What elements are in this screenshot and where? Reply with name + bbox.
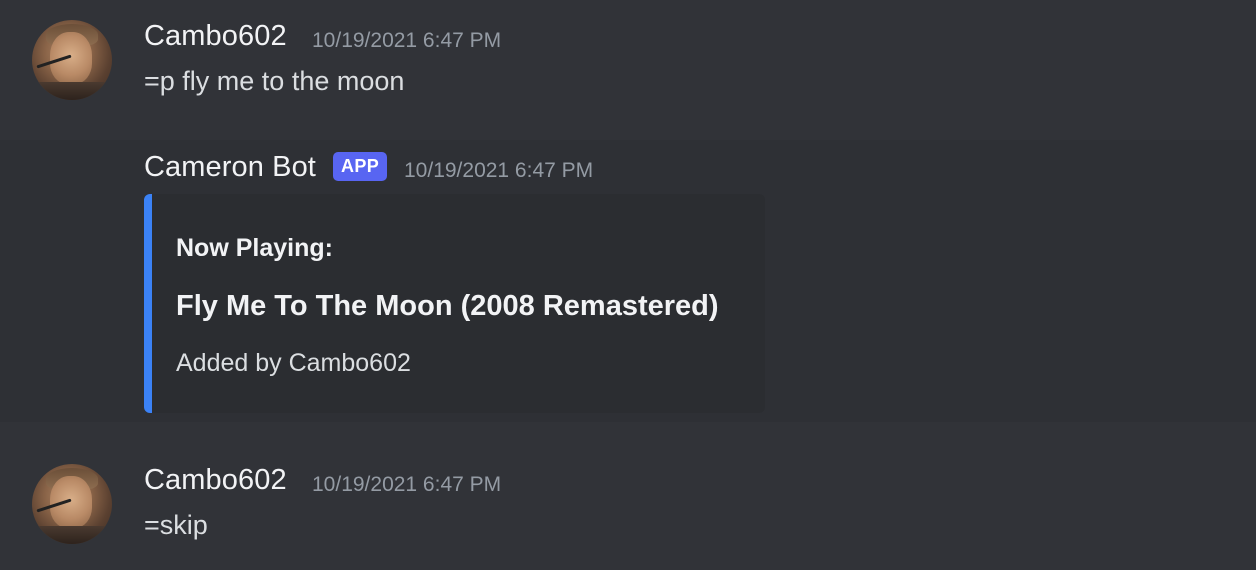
app-badge: APP xyxy=(333,152,388,181)
message-author[interactable]: Cambo602 xyxy=(144,20,287,53)
avatar[interactable] xyxy=(32,20,112,100)
message-author[interactable]: Cambo602 xyxy=(144,464,287,497)
avatar-collar xyxy=(32,82,112,100)
message-content: =p fly me to the moon xyxy=(144,66,405,96)
embed-title: Fly Me To The Moon (2008 Remastered) xyxy=(176,290,719,322)
now-playing-embed: Now Playing: Fly Me To The Moon (2008 Re… xyxy=(144,194,765,413)
message-1: Cambo602 10/19/2021 6:47 PM =p fly me to… xyxy=(0,0,1256,140)
message-timestamp[interactable]: 10/19/2021 6:47 PM xyxy=(404,159,593,183)
chat-message-list: Cambo602 10/19/2021 6:47 PM =p fly me to… xyxy=(0,0,1256,570)
message-timestamp[interactable]: 10/19/2021 6:47 PM xyxy=(312,29,501,53)
message-timestamp[interactable]: 10/19/2021 6:47 PM xyxy=(312,473,501,497)
embed-accent-bar xyxy=(144,194,152,413)
avatar[interactable] xyxy=(32,464,112,544)
message-content: =skip xyxy=(144,510,208,540)
embed-author: Now Playing: xyxy=(176,234,333,262)
avatar-collar xyxy=(32,526,112,544)
message-3: Cambo602 10/19/2021 6:47 PM =skip xyxy=(0,422,1256,570)
embed-description: Added by Cambo602 xyxy=(176,349,411,377)
message-author[interactable]: Cameron Bot xyxy=(144,151,316,184)
